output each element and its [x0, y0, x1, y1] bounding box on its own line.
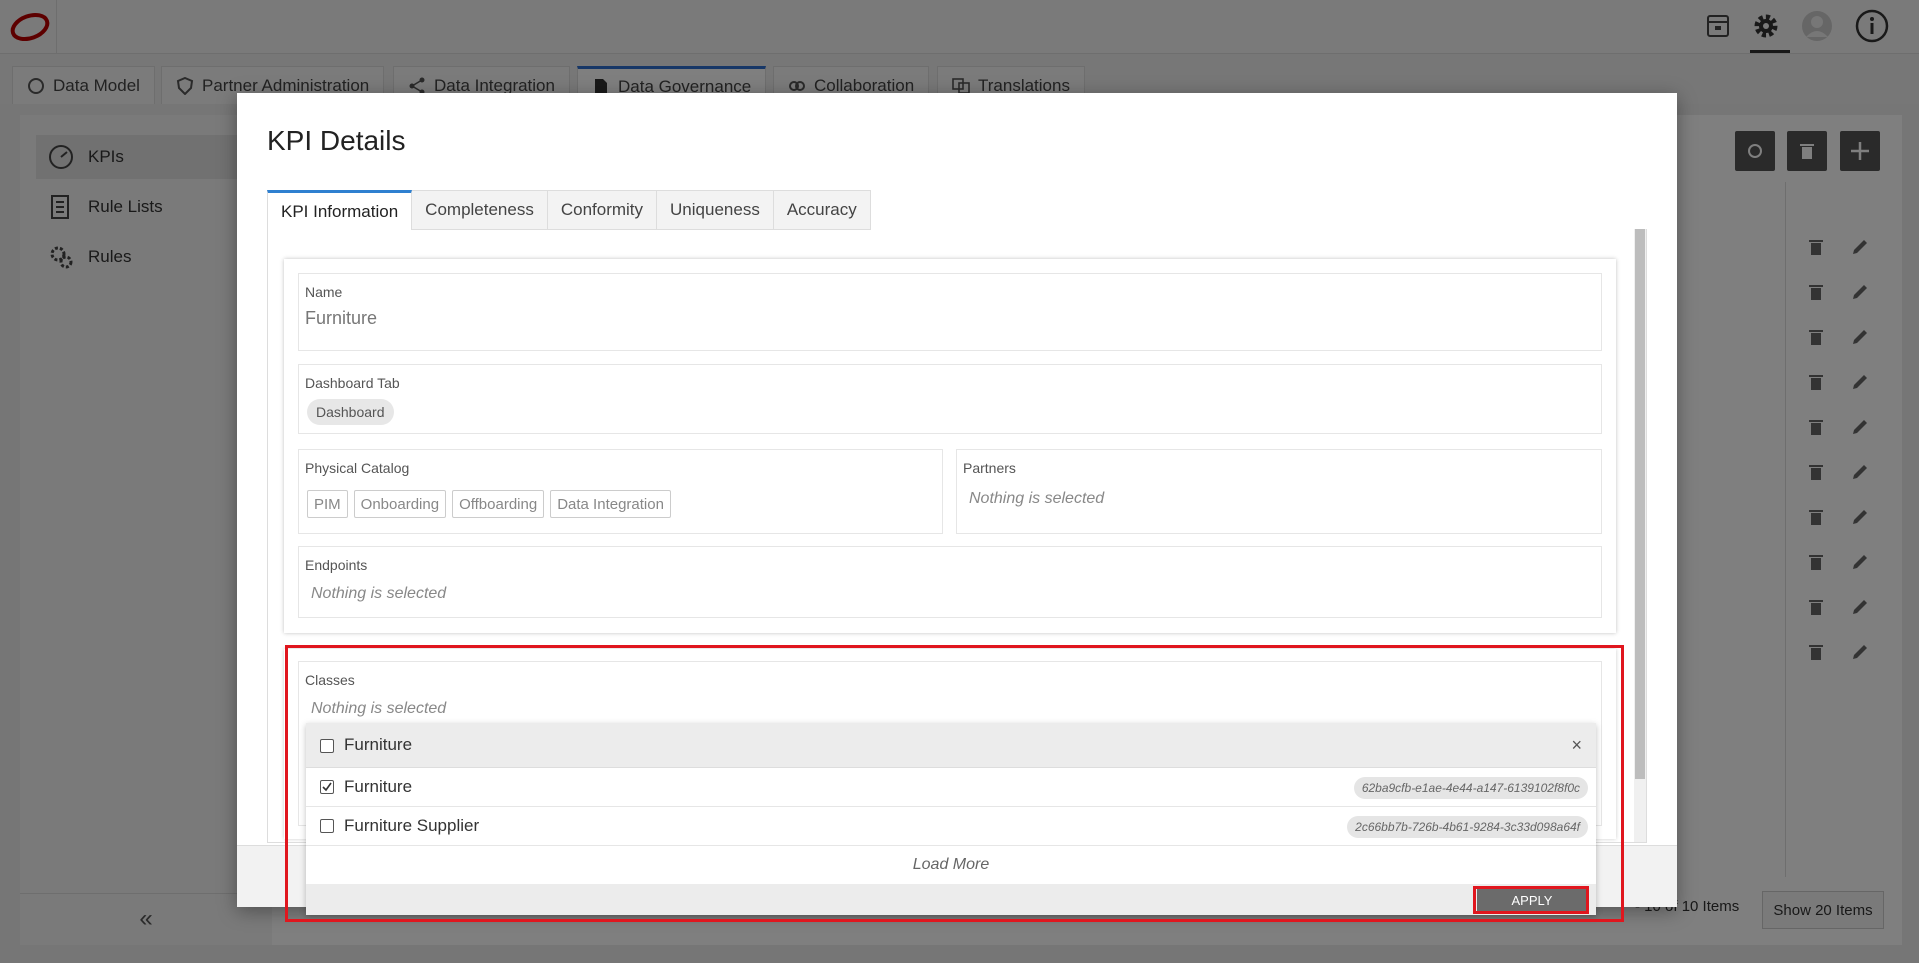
scrollbar[interactable] [1634, 229, 1646, 842]
name-field[interactable]: Name Furniture [298, 273, 1602, 351]
name-label: Name [305, 284, 343, 300]
option-id-badge: 62ba9cfb-e1ae-4e44-a147-6139102f8f0c [1353, 777, 1588, 799]
list-item[interactable]: Furniture 62ba9cfb-e1ae-4e44-a147-613910… [306, 768, 1596, 807]
partners-field[interactable]: Partners Nothing is selected [956, 449, 1602, 534]
classes-dropdown: Furniture × Furniture 62ba9cfb-e1ae-4e44… [306, 723, 1596, 915]
checkbox-unchecked[interactable] [320, 819, 334, 833]
checkbox-checked[interactable] [320, 780, 334, 794]
endpoints-field[interactable]: Endpoints Nothing is selected [298, 546, 1602, 618]
physical-catalog-label: Physical Catalog [305, 460, 410, 476]
modal-title: KPI Details [267, 125, 406, 156]
endpoints-placeholder: Nothing is selected [311, 585, 447, 602]
select-all-checkbox[interactable] [320, 739, 334, 753]
catalog-tag[interactable]: Onboarding [353, 490, 447, 518]
endpoints-label: Endpoints [305, 557, 368, 573]
dropdown-search[interactable]: Furniture × [306, 723, 1596, 768]
tab-conformity[interactable]: Conformity [547, 190, 658, 230]
dashboard-chip[interactable]: Dashboard [307, 399, 394, 425]
tab-kpi-information[interactable]: KPI Information [267, 190, 413, 230]
catalog-tag[interactable]: PIM [307, 490, 348, 518]
clear-icon[interactable]: × [1571, 735, 1582, 756]
search-input[interactable]: Furniture [344, 735, 412, 755]
partners-placeholder: Nothing is selected [969, 490, 1105, 507]
kpi-info-card: Name Furniture Dashboard Tab Dashboard P… [284, 259, 1616, 633]
check-icon [322, 782, 332, 792]
physical-catalog-field[interactable]: Physical Catalog PIM Onboarding Offboard… [298, 449, 943, 534]
option-id-badge: 2c66bb7b-726b-4b61-9284-3c33d098a64f [1347, 816, 1588, 838]
tab-uniqueness[interactable]: Uniqueness [657, 190, 774, 230]
partners-label: Partners [963, 460, 1016, 476]
classes-label: Classes [305, 672, 355, 688]
tab-accuracy[interactable]: Accuracy [773, 190, 871, 230]
modal-tabs: KPI Information Completeness Conformity … [267, 190, 871, 230]
option-label: Furniture Supplier [344, 816, 480, 835]
tab-completeness[interactable]: Completeness [412, 190, 548, 230]
dropdown-footer: APPLY [306, 884, 1596, 915]
apply-button[interactable]: APPLY [1477, 889, 1587, 911]
dashboard-tab-label: Dashboard Tab [305, 375, 400, 391]
dashboard-tab-field[interactable]: Dashboard Tab Dashboard [298, 364, 1602, 434]
load-more-link[interactable]: Load More [306, 846, 1596, 884]
name-value: Furniture [305, 308, 378, 328]
option-label: Furniture [344, 777, 413, 796]
catalog-tag[interactable]: Data Integration [550, 490, 671, 518]
scrollbar-thumb[interactable] [1635, 229, 1645, 779]
list-item[interactable]: Furniture Supplier 2c66bb7b-726b-4b61-92… [306, 807, 1596, 846]
classes-placeholder: Nothing is selected [311, 700, 447, 717]
catalog-tag[interactable]: Offboarding [452, 490, 545, 518]
